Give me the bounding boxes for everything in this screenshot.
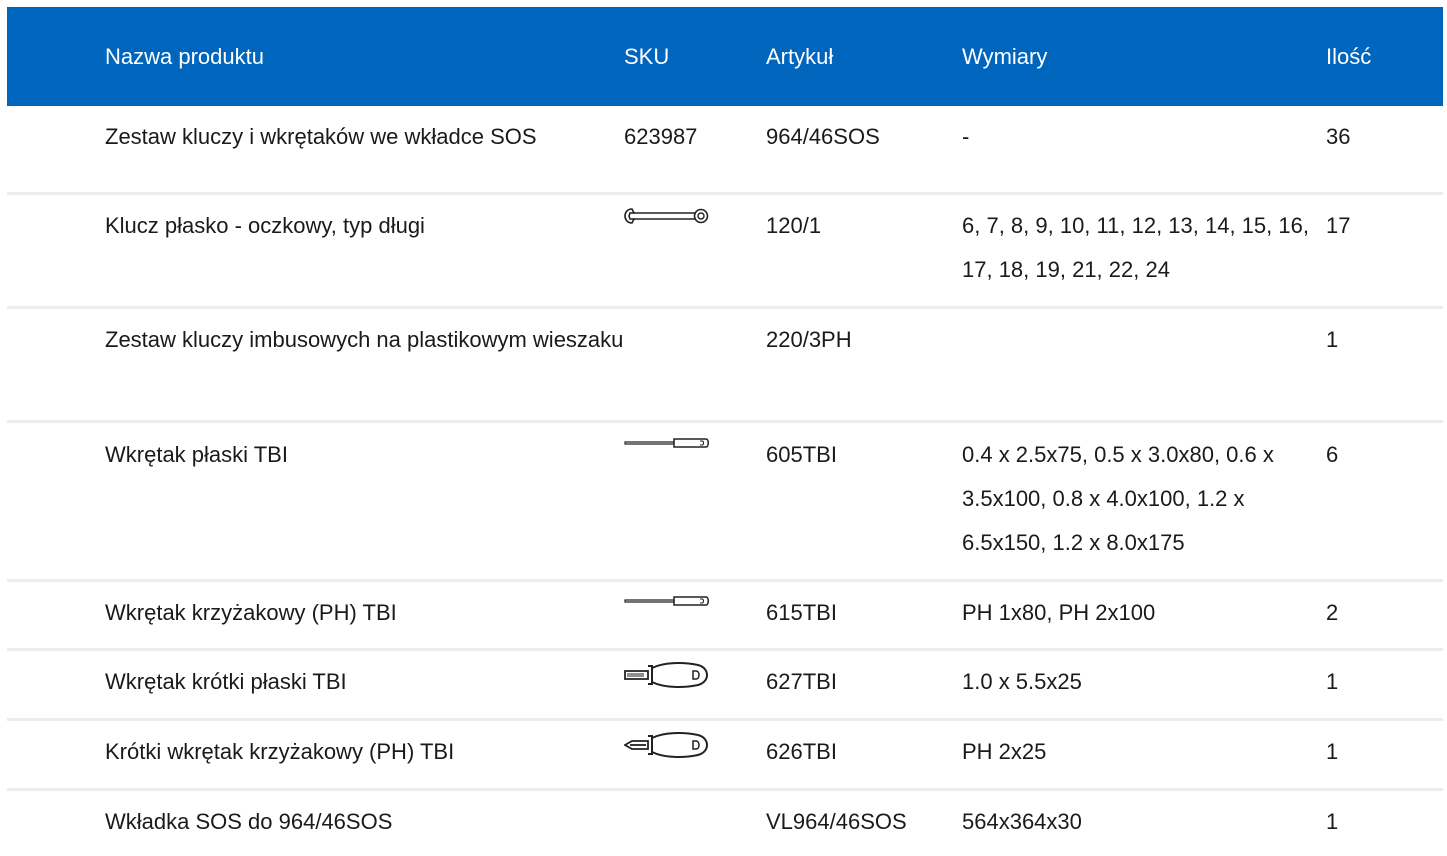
product-dimensions: - bbox=[962, 124, 970, 149]
table-row: Wkrętak krzyżakowy (PH) TBI 615TBI PH 1x… bbox=[7, 581, 1443, 650]
product-article: 627TBI bbox=[766, 669, 837, 694]
table-body: Zestaw kluczy i wkrętaków we wkładce SOS… bbox=[7, 106, 1443, 845]
table-header: Nazwa produktu SKU Artykuł Wymiary Ilość bbox=[7, 7, 1443, 106]
short-phillips-screwdriver-icon bbox=[624, 732, 708, 758]
product-sku bbox=[624, 650, 766, 720]
product-article: 626TBI bbox=[766, 739, 837, 764]
product-quantity: 36 bbox=[1326, 124, 1351, 149]
product-quantity: 1 bbox=[1326, 669, 1339, 694]
header-sku: SKU bbox=[624, 43, 670, 69]
product-quantity: 2 bbox=[1326, 600, 1339, 625]
header-article: Artykuł bbox=[766, 43, 834, 69]
header-name: Nazwa produktu bbox=[105, 43, 264, 69]
table-row: Zestaw kluczy i wkrętaków we wkładce SOS… bbox=[7, 106, 1443, 194]
product-article: VL964/46SOS bbox=[766, 809, 907, 834]
product-quantity: 1 bbox=[1326, 809, 1339, 834]
product-name: Wkrętak krótki płaski TBI bbox=[105, 669, 347, 694]
product-article: 220/3PH bbox=[766, 327, 852, 352]
product-sku bbox=[624, 720, 766, 790]
header-dimensions: Wymiary bbox=[962, 43, 1048, 69]
product-name: Klucz płasko - oczkowy, typ długi bbox=[105, 213, 425, 238]
product-quantity: 1 bbox=[1326, 327, 1339, 352]
product-name: Zestaw kluczy imbusowych na plastikowym … bbox=[105, 327, 624, 352]
product-dimensions: 0.4 x 2.5x75, 0.5 x 3.0x80, 0.6 x 3.5x10… bbox=[962, 442, 1274, 555]
product-sku bbox=[624, 581, 766, 650]
product-article: 605TBI bbox=[766, 442, 837, 467]
product-sku: 623987 bbox=[624, 124, 698, 149]
table-row: Krótki wkrętak krzyżakowy (PH) TBI 626TB… bbox=[7, 720, 1443, 790]
product-name: Wkrętak krzyżakowy (PH) TBI bbox=[105, 600, 397, 625]
product-article: 964/46SOS bbox=[766, 124, 880, 149]
product-quantity: 17 bbox=[1326, 213, 1351, 238]
table-row: Wkrętak płaski TBI 605TBI 0.4 x 2.5x75, … bbox=[7, 422, 1443, 581]
header-quantity: Ilość bbox=[1326, 43, 1372, 69]
product-quantity: 6 bbox=[1326, 442, 1339, 467]
product-article: 120/1 bbox=[766, 213, 822, 238]
product-table-container: Nazwa produktu SKU Artykuł Wymiary Ilość… bbox=[7, 7, 1443, 845]
combination-wrench-icon bbox=[624, 208, 709, 224]
product-sku bbox=[624, 308, 766, 422]
product-sku bbox=[624, 422, 766, 581]
product-sku bbox=[624, 790, 766, 846]
product-name: Wkrętak płaski TBI bbox=[105, 442, 288, 467]
header-row: Nazwa produktu SKU Artykuł Wymiary Ilość bbox=[7, 7, 1443, 106]
product-name: Wkładka SOS do 964/46SOS bbox=[105, 809, 393, 834]
product-quantity: 1 bbox=[1326, 739, 1339, 764]
product-article: 615TBI bbox=[766, 600, 837, 625]
product-sku bbox=[624, 194, 766, 308]
product-name: Krótki wkrętak krzyżakowy (PH) TBI bbox=[105, 739, 455, 764]
flat-screwdriver-icon bbox=[624, 438, 709, 448]
product-dimensions: PH 2x25 bbox=[962, 739, 1047, 764]
table-row: Wkładka SOS do 964/46SOS VL964/46SOS 564… bbox=[7, 790, 1443, 846]
product-dimensions: PH 1x80, PH 2x100 bbox=[962, 600, 1156, 625]
phillips-screwdriver-icon bbox=[624, 596, 709, 606]
product-name: Zestaw kluczy i wkrętaków we wkładce SOS bbox=[105, 124, 537, 149]
product-table: Nazwa produktu SKU Artykuł Wymiary Ilość… bbox=[7, 7, 1443, 845]
product-dimensions: 1.0 x 5.5x25 bbox=[962, 669, 1082, 694]
product-dimensions: 6, 7, 8, 9, 10, 11, 12, 13, 14, 15, 16, … bbox=[962, 213, 1309, 282]
product-dimensions: 564x364x30 bbox=[962, 809, 1082, 834]
product-dimensions bbox=[962, 308, 1326, 422]
short-flat-screwdriver-icon bbox=[624, 662, 708, 688]
table-row: Klucz płasko - oczkowy, typ długi 120/1 … bbox=[7, 194, 1443, 308]
table-row: Zestaw kluczy imbusowych na plastikowym … bbox=[7, 308, 1443, 422]
table-row: Wkrętak krótki płaski TBI 627TBI 1.0 x 5… bbox=[7, 650, 1443, 720]
